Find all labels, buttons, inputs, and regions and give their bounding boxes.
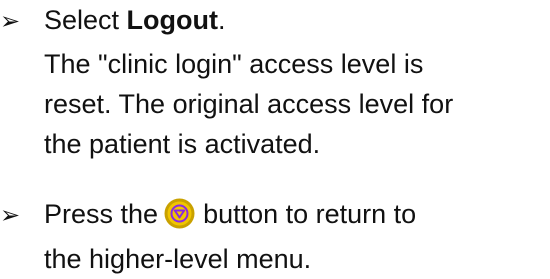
arrow-right-icon: ➢ xyxy=(0,202,21,229)
instruction-step-select-logout: ➢ Select Logout. The "clinic login" acces… xyxy=(0,5,548,164)
back-down-button-icon xyxy=(164,198,195,229)
description-line: the patient is activated. xyxy=(44,129,321,159)
step-text-before-icon: Press the xyxy=(44,199,159,229)
description-line: reset. The original access level for xyxy=(44,89,454,119)
step-text-suffix: . xyxy=(218,5,226,35)
description-line: The "clinic login" access level is xyxy=(44,49,424,79)
step-line: ➢ Select Logout. xyxy=(0,5,548,37)
step-description: the higher-level menu. xyxy=(44,239,548,279)
description-line: the higher-level menu. xyxy=(44,244,312,274)
step-line: ➢ Press the button to return to xyxy=(0,198,548,231)
step-text-after-icon: button to return to xyxy=(203,199,417,229)
logout-label: Logout xyxy=(126,5,219,35)
button-graphic xyxy=(164,198,195,229)
step-text-prefix: Select xyxy=(44,5,127,35)
arrow-right-icon: ➢ xyxy=(0,8,21,35)
step-description: The "clinic login" access level is reset… xyxy=(44,44,548,164)
instruction-step-press-button: ➢ Press the button to return to the highe… xyxy=(0,198,548,279)
